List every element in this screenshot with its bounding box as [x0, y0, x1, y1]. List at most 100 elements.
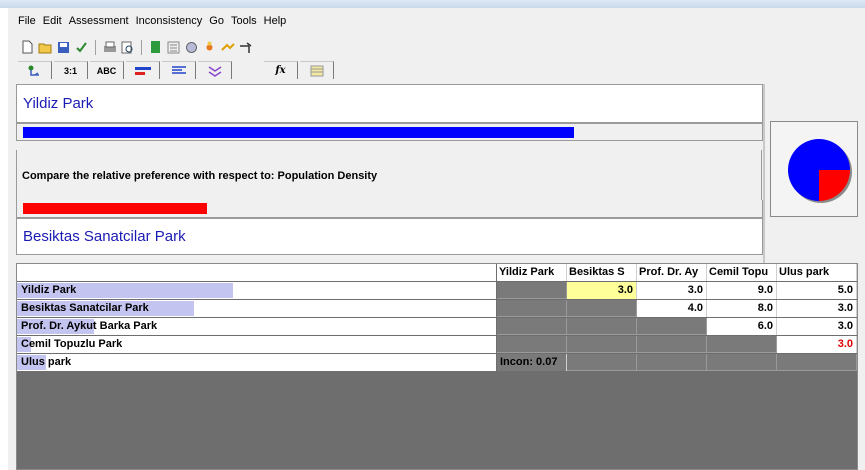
pie-slice-right	[819, 170, 850, 201]
flower-icon[interactable]	[202, 40, 217, 55]
comparison-matrix: Yildiz Park Besiktas S Prof. Dr. Ay Cemi…	[16, 263, 858, 470]
tab-numerical[interactable]: 3:1	[54, 61, 88, 79]
settings-icon[interactable]	[184, 40, 199, 55]
menu-file[interactable]: File	[18, 15, 36, 27]
matrix-row: Ulus park Incon: 0.07	[17, 354, 857, 371]
tree-icon	[28, 65, 39, 76]
tab-formula[interactable]: fx	[264, 61, 298, 79]
tab-matrix[interactable]	[300, 61, 334, 79]
questionnaire-icon	[171, 66, 186, 74]
tab-verbal[interactable]: ABC	[90, 61, 124, 79]
right-preference-bar[interactable]	[23, 203, 207, 214]
matrix-column-header[interactable]: Ulus park	[777, 264, 857, 281]
left-alternative-panel: Yildiz Park	[16, 84, 763, 123]
preference-pie-box	[770, 121, 858, 217]
comparison-prompt: Compare the relative preference with res…	[16, 150, 762, 202]
left-alternative-name: Yildiz Park	[23, 95, 94, 112]
menu-go[interactable]: Go	[209, 15, 224, 27]
matrix-row: Prof. Dr. Aykut Barka Park 6.0 3.0	[17, 318, 857, 335]
matrix-row-label[interactable]: Prof. Dr. Aykut Barka Park	[17, 318, 496, 335]
matrix-cell[interactable]: 6.0	[707, 318, 777, 335]
tab-tree[interactable]	[18, 61, 52, 79]
left-bar-strip	[16, 123, 763, 141]
sheet-icon[interactable]	[166, 40, 181, 55]
matrix-cell-diagonal	[637, 318, 707, 335]
matrix-cell[interactable]: 3.0	[637, 282, 707, 299]
arrow-icon[interactable]	[238, 40, 253, 55]
tab-questionnaire[interactable]	[162, 61, 196, 79]
sensitivity-icon	[208, 65, 221, 77]
matrix-cell-lower	[567, 336, 637, 353]
matrix-cell-diagonal	[707, 336, 777, 353]
mode-tabs: 3:1 ABC fx	[18, 59, 418, 79]
matrix-cell-lower	[567, 318, 637, 335]
graphic-bars-icon	[134, 66, 151, 75]
matrix-row-label[interactable]: Besiktas Sanatcilar Park	[17, 300, 496, 317]
right-bar-strip	[16, 200, 763, 218]
new-icon[interactable]	[20, 40, 35, 55]
matrix-column-header[interactable]: Yildiz Park	[497, 264, 567, 281]
row-label-text: Ulus park	[21, 356, 72, 368]
matrix-cell-diagonal	[567, 300, 637, 317]
calc-icon[interactable]	[148, 40, 163, 55]
left-preference-bar[interactable]	[23, 127, 574, 138]
matrix-row: Cemil Topuzlu Park 3.0	[17, 336, 857, 353]
matrix-cell-inverted[interactable]: 3.0	[777, 336, 857, 353]
toolbar	[20, 37, 310, 57]
toolbar-separator	[141, 39, 142, 55]
toolbar-separator	[95, 39, 96, 55]
matrix-cell-lower	[497, 318, 567, 335]
matrix-row-label[interactable]: Ulus park	[17, 354, 496, 371]
tab-sensitivity[interactable]	[198, 61, 232, 79]
open-icon[interactable]	[38, 40, 53, 55]
matrix-row: Besiktas Sanatcilar Park 4.0 8.0 3.0	[17, 300, 857, 317]
panel-divider	[763, 84, 765, 264]
matrix-corner	[17, 264, 496, 281]
inconsistency-value: Incon: 0.07	[497, 354, 567, 371]
matrix-cell-selected[interactable]: 3.0	[567, 282, 637, 299]
matrix-cell-lower	[637, 354, 707, 371]
matrix-cell-diagonal	[777, 354, 857, 371]
swap-icon[interactable]	[220, 40, 235, 55]
matrix-row-label[interactable]: Cemil Topuzlu Park	[17, 336, 496, 353]
check-icon[interactable]	[74, 40, 89, 55]
matrix-cell-lower	[707, 354, 777, 371]
matrix-column-header[interactable]: Cemil Topu	[707, 264, 777, 281]
matrix-cell[interactable]: 3.0	[777, 318, 857, 335]
matrix-column-header[interactable]: Besiktas S	[567, 264, 637, 281]
matrix-cell[interactable]: 3.0	[777, 300, 857, 317]
matrix-header-row: Yildiz Park Besiktas S Prof. Dr. Ay Cemi…	[17, 264, 857, 281]
row-label-text: Besiktas Sanatcilar Park	[21, 302, 149, 314]
row-label-text: Yildiz Park	[21, 284, 77, 296]
tab-graphical[interactable]	[126, 61, 160, 79]
matrix-row-label[interactable]: Yildiz Park	[17, 282, 496, 299]
preference-pie-chart	[788, 139, 852, 203]
menu-bar: File Edit Assessment Inconsistency Go To…	[8, 8, 865, 34]
row-label-text: Cemil Topuzlu Park	[21, 338, 123, 350]
matrix-cell[interactable]: 8.0	[707, 300, 777, 317]
row-label-text: Prof. Dr. Aykut Barka Park	[21, 320, 158, 332]
matrix-cell[interactable]: 5.0	[777, 282, 857, 299]
matrix-cell-diagonal	[497, 282, 567, 299]
matrix-cell[interactable]: 9.0	[707, 282, 777, 299]
matrix-row: Yildiz Park 3.0 3.0 9.0 5.0	[17, 282, 857, 299]
menu-edit[interactable]: Edit	[43, 15, 62, 27]
matrix-cell-lower	[497, 336, 567, 353]
matrix-cell-lower	[497, 300, 567, 317]
matrix-icon	[310, 65, 323, 76]
right-alternative-panel: Besiktas Sanatcilar Park	[16, 218, 763, 255]
menu-help[interactable]: Help	[264, 15, 287, 27]
print-icon[interactable]	[102, 40, 117, 55]
preview-icon[interactable]	[120, 40, 135, 55]
matrix-cell-lower	[567, 354, 637, 371]
app-window: File Edit Assessment Inconsistency Go To…	[8, 8, 865, 470]
matrix-cell-lower	[637, 336, 707, 353]
menu-assessment[interactable]: Assessment	[69, 15, 129, 27]
menu-tools[interactable]: Tools	[231, 15, 257, 27]
menu-inconsistency[interactable]: Inconsistency	[136, 15, 203, 27]
comparison-prompt-text: Compare the relative preference with res…	[22, 170, 378, 182]
matrix-column-header[interactable]: Prof. Dr. Ay	[637, 264, 707, 281]
matrix-cell[interactable]: 4.0	[637, 300, 707, 317]
window-frame	[0, 0, 865, 8]
save-icon[interactable]	[56, 40, 71, 55]
